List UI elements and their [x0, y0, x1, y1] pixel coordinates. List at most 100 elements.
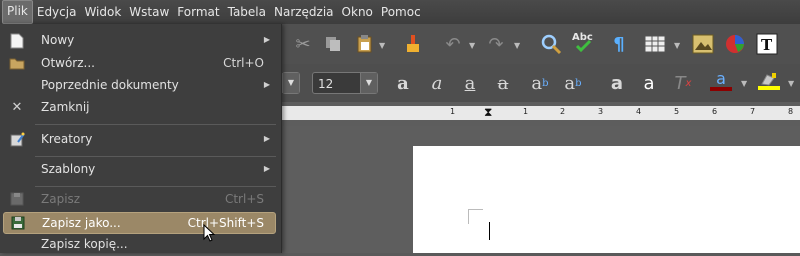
menu-item-new-label: Nowy [41, 33, 75, 47]
submenu-arrow-icon: ▶ [263, 35, 270, 44]
menu-item-save-copy-label: Zapisz kopię... [41, 237, 128, 251]
menu-item-recent-label: Poprzednie dokumenty [41, 78, 179, 92]
ruler-number: 7 [750, 107, 756, 116]
strikethrough-icon[interactable]: a [490, 70, 516, 96]
menu-item-save-as-label: Zapisz jako... [42, 216, 121, 230]
menu-okno-label: Okno [341, 5, 373, 19]
paste-icon[interactable] [352, 31, 378, 57]
page-corner-marker [468, 209, 483, 224]
ruler-number: 2 [560, 107, 566, 116]
file-menu: Nowy ▶ Otwórz... Ctrl+O Poprzednie dokum… [0, 24, 282, 253]
font-size-combo[interactable]: 12 ▼ [312, 72, 378, 94]
submenu-arrow-icon: ▶ [263, 80, 270, 89]
superscript-icon[interactable]: ab [527, 70, 553, 96]
menu-item-recent[interactable]: Poprzednie dokumenty ▶ [0, 75, 281, 97]
undo-dropdown-icon[interactable]: ▼ [469, 41, 475, 50]
menu-item-templates[interactable]: Szablony ▶ [0, 159, 281, 181]
shadow-icon[interactable]: a [604, 70, 630, 96]
menu-plik[interactable]: Plik [2, 0, 33, 24]
underline-icon[interactable]: a [457, 70, 483, 96]
menu-narzedzia-label: Narzędzia [273, 5, 334, 19]
menu-pomoc[interactable]: Pomoc [377, 1, 425, 23]
redo-dropdown-icon[interactable]: ▼ [514, 41, 520, 50]
table-dropdown-icon[interactable]: ▼ [674, 41, 680, 50]
font-name-combo[interactable]: ▼ [282, 72, 300, 94]
menu-separator [35, 156, 276, 157]
document-page[interactable] [413, 146, 800, 253]
menu-tabela[interactable]: Tabela [224, 1, 270, 23]
menu-item-save-shortcut: Ctrl+S [224, 192, 264, 206]
spellcheck-icon[interactable]: Abc [571, 29, 597, 55]
italic-icon[interactable]: a [424, 70, 450, 96]
menu-item-new[interactable]: Nowy ▶ [0, 30, 281, 52]
close-icon: ✕ [11, 100, 23, 115]
menu-format[interactable]: Format [173, 1, 223, 23]
menu-item-open-shortcut: Ctrl+O [223, 56, 264, 70]
menu-separator [35, 124, 276, 125]
text-cursor [489, 222, 490, 240]
font-size-dropdown-icon[interactable]: ▼ [360, 73, 377, 93]
clone-formatting-icon[interactable] [400, 31, 426, 57]
menu-plik-label: Plik [7, 4, 28, 18]
menu-format-label: Format [177, 5, 220, 19]
ruler-number: 6 [712, 107, 718, 116]
copy-icon[interactable] [320, 31, 346, 57]
ruler-number: 4 [636, 107, 642, 116]
menu-edycja-label: Edycja [36, 5, 77, 19]
ruler-number: 1 [450, 107, 456, 116]
ruler-bar [278, 106, 800, 120]
menu-item-save-as[interactable]: Zapisz jako... Ctrl+Shift+S [3, 212, 276, 234]
menu-item-close[interactable]: ✕ Zamknij [0, 97, 281, 119]
menu-widok-label: Widok [84, 5, 122, 19]
image-icon[interactable] [690, 31, 716, 57]
menu-tabela-label: Tabela [227, 5, 266, 19]
font-color-dropdown-icon[interactable]: ▼ [741, 79, 747, 88]
open-folder-icon [9, 56, 25, 72]
ruler-number: 5 [674, 107, 680, 116]
table-icon[interactable] [642, 31, 668, 57]
menu-item-close-label: Zamknij [41, 100, 90, 114]
horizontal-ruler[interactable]: ⧗ 1 1 2 3 4 5 6 7 8 [278, 102, 800, 126]
cut-icon[interactable]: ✂ [290, 31, 316, 57]
ruler-number: 1 [523, 107, 529, 116]
ruler-indent-marker[interactable]: ⧗ [484, 105, 492, 120]
menu-item-save: Zapisz Ctrl+S [0, 189, 281, 211]
subscript-icon[interactable]: ab [560, 70, 586, 96]
text-box-icon[interactable]: T [754, 31, 780, 57]
font-size-value: 12 [318, 77, 334, 91]
menu-bar: Plik Edycja Widok Wstaw Format Tabela Na… [0, 0, 800, 24]
menu-edycja[interactable]: Edycja [33, 1, 81, 23]
outline-icon[interactable]: a [636, 70, 662, 96]
menu-wstaw-label: Wstaw [129, 5, 170, 19]
menu-item-save-label: Zapisz [41, 192, 81, 206]
font-color-icon[interactable]: a [708, 68, 734, 94]
ruler-number: 8 [788, 107, 794, 116]
paste-dropdown-icon[interactable]: ▼ [379, 41, 385, 50]
redo-icon[interactable]: ↷ [483, 31, 509, 57]
chart-icon[interactable] [722, 31, 748, 57]
menu-item-templates-label: Szablony [41, 162, 96, 176]
highlight-color-dropdown-icon[interactable]: ▼ [788, 79, 794, 88]
menu-narzedzia[interactable]: Narzędzia [270, 1, 338, 23]
save-icon [9, 192, 25, 208]
undo-icon[interactable]: ↶ [440, 31, 466, 57]
highlight-color-icon[interactable] [756, 68, 782, 94]
wizard-icon [9, 132, 25, 148]
menu-wstaw[interactable]: Wstaw [125, 1, 173, 23]
menu-item-open[interactable]: Otwórz... Ctrl+O [0, 53, 281, 75]
bold-icon[interactable]: a [390, 70, 416, 96]
document-area [278, 126, 800, 253]
font-name-dropdown-icon[interactable]: ▼ [282, 73, 299, 93]
submenu-arrow-icon: ▶ [263, 134, 270, 143]
formatting-marks-icon[interactable]: ¶ [606, 31, 632, 57]
menu-okno[interactable]: Okno [338, 1, 377, 23]
menu-separator [35, 186, 276, 187]
menu-widok[interactable]: Widok [80, 1, 125, 23]
menu-item-wizards[interactable]: Kreatory ▶ [0, 129, 281, 151]
svg-text:T: T [761, 36, 773, 54]
clear-formatting-icon[interactable]: Tx [670, 70, 696, 96]
submenu-arrow-icon: ▶ [263, 164, 270, 173]
menu-item-wizards-label: Kreatory [41, 132, 93, 146]
find-replace-icon[interactable] [538, 31, 564, 57]
mouse-pointer-icon [203, 223, 217, 247]
